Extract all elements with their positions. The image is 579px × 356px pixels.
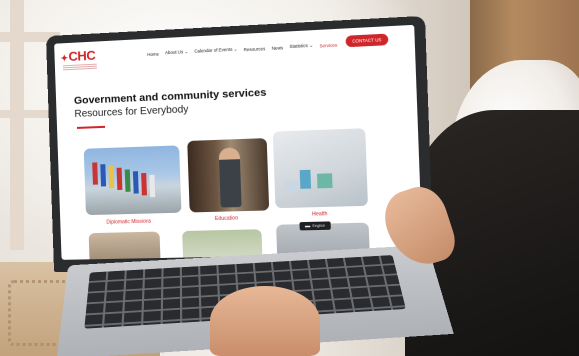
window-frame bbox=[0, 110, 50, 118]
nav-home[interactable]: Home bbox=[147, 51, 159, 57]
flag bbox=[100, 164, 107, 187]
card-label-diplomatic-missions[interactable]: Diplomatic Missions bbox=[106, 219, 151, 226]
nav-news[interactable]: News bbox=[272, 45, 284, 51]
nav-statistics[interactable]: Statistics ⌄ bbox=[289, 43, 313, 50]
flag bbox=[92, 162, 98, 185]
language-label: English bbox=[312, 223, 326, 229]
card-image-4[interactable] bbox=[88, 231, 161, 260]
main-nav: Home About Us ⌄ Calendar of Events ⌄ Res… bbox=[147, 41, 337, 57]
flag bbox=[108, 165, 115, 189]
nav-resources[interactable]: Resources bbox=[244, 46, 266, 52]
card-image-diplomatic-missions[interactable] bbox=[83, 145, 182, 216]
laptop-screen: ✦CHC Home About Us ⌄ Calendar of Events … bbox=[54, 24, 423, 260]
flag bbox=[149, 174, 156, 198]
nav-about-us[interactable]: About Us ⌄ bbox=[165, 49, 188, 56]
page-title: Government and community services bbox=[73, 86, 267, 107]
medicine-box bbox=[299, 169, 312, 189]
card-image-health[interactable] bbox=[272, 128, 368, 209]
site-logo[interactable]: ✦CHC bbox=[60, 48, 95, 65]
flag bbox=[116, 167, 123, 191]
logo-tagline bbox=[62, 63, 97, 72]
maple-leaf-icon: ✦ bbox=[60, 53, 68, 64]
flag bbox=[141, 172, 147, 196]
title-underline bbox=[76, 125, 106, 129]
contact-us-button[interactable]: CONTACT US bbox=[345, 33, 389, 48]
laptop-lid: ✦CHC Home About Us ⌄ Calendar of Events … bbox=[45, 15, 435, 273]
flag bbox=[124, 169, 131, 192]
nav-calendar-of-events[interactable]: Calendar of Events ⌄ bbox=[194, 46, 237, 54]
photo-scene: ✦CHC Home About Us ⌄ Calendar of Events … bbox=[0, 0, 579, 356]
flag bbox=[132, 171, 139, 194]
flag-icon bbox=[304, 224, 311, 228]
logo-text: CHC bbox=[68, 47, 96, 65]
medicine-box bbox=[316, 173, 333, 189]
language-selector[interactable]: English bbox=[299, 221, 331, 231]
card-image-education[interactable] bbox=[187, 138, 270, 213]
medicine-box bbox=[285, 180, 299, 192]
page-subtitle: Resources for Everybody bbox=[74, 104, 189, 120]
man-reading bbox=[218, 147, 242, 208]
card-label-health[interactable]: Health bbox=[312, 211, 328, 218]
site-header: ✦CHC Home About Us ⌄ Calendar of Events … bbox=[54, 24, 416, 84]
hand-typing bbox=[210, 286, 320, 356]
card-label-education[interactable]: Education bbox=[215, 215, 238, 222]
nav-services[interactable]: Services bbox=[319, 42, 337, 48]
